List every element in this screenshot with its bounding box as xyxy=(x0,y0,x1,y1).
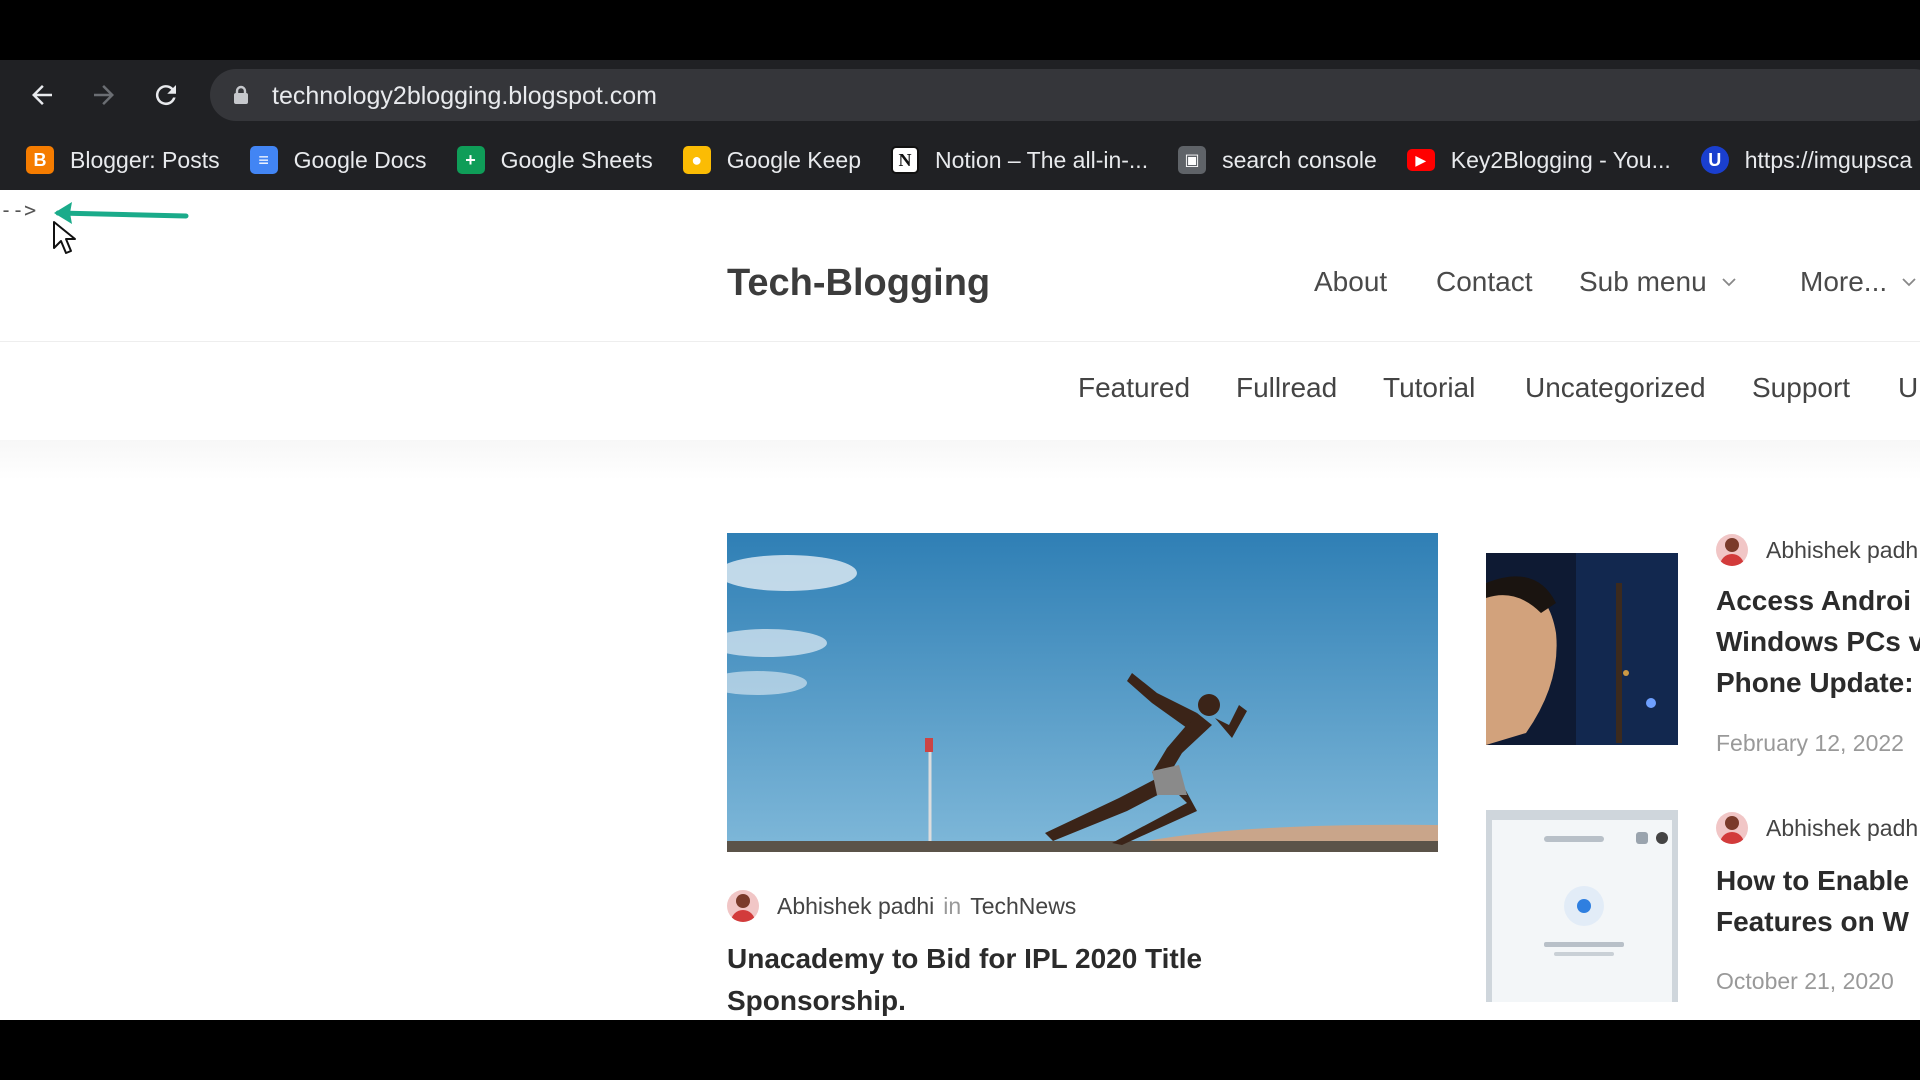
author-avatar[interactable] xyxy=(1716,812,1748,844)
category-uncategorized[interactable]: Uncategorized xyxy=(1525,372,1706,404)
side-post-1-thumbnail[interactable] xyxy=(1486,553,1678,745)
side-post-1-title-line: Phone Update: xyxy=(1716,667,1914,698)
youtube-icon: ▶ xyxy=(1406,149,1435,171)
header-divider xyxy=(0,341,1920,342)
site-title[interactable]: Tech-Blogging xyxy=(727,262,990,305)
back-button[interactable] xyxy=(20,73,64,117)
docs-icon: ≡ xyxy=(249,146,278,174)
forward-button[interactable] xyxy=(82,73,126,117)
bookmark-label: Google Keep xyxy=(726,146,862,173)
upscale-icon: U xyxy=(1700,146,1729,174)
bookmark-search-console[interactable]: ▣ search console xyxy=(1178,146,1377,174)
screen-frame: technology2blogging.blogspot.com B Blogg… xyxy=(0,0,1920,1080)
side-post-1-title-line: Access Androi xyxy=(1716,585,1912,616)
bookmark-label: Google Sheets xyxy=(500,146,653,173)
side-post-1-title-line: Windows PCs v xyxy=(1716,626,1920,657)
side-post-2-title[interactable]: How to Enable Features on W xyxy=(1716,860,1920,942)
author-avatar[interactable] xyxy=(727,890,759,922)
url-text: technology2blogging.blogspot.com xyxy=(272,82,657,110)
search-console-icon: ▣ xyxy=(1178,146,1207,174)
author-name[interactable]: Abhishek padh xyxy=(1766,537,1918,564)
category-tutorial[interactable]: Tutorial xyxy=(1383,372,1475,404)
bookmark-google-docs[interactable]: ≡ Google Docs xyxy=(249,146,427,174)
sheets-icon: + xyxy=(456,146,485,174)
nav-submenu-label: Sub menu xyxy=(1579,266,1707,297)
nav-about[interactable]: About xyxy=(1314,266,1387,298)
post-category[interactable]: TechNews xyxy=(970,893,1076,920)
notion-icon: N xyxy=(891,146,920,174)
bookmark-label: Key2Blogging - You... xyxy=(1450,146,1671,173)
blogger-icon: B xyxy=(26,146,54,174)
side-post-1-meta: Abhishek padh xyxy=(1716,534,1918,566)
side-post-1-date: February 12, 2022 xyxy=(1716,730,1904,756)
bookmark-label: search console xyxy=(1222,146,1377,173)
author-name[interactable]: Abhishek padhi xyxy=(777,893,934,920)
author-name[interactable]: Abhishek padh xyxy=(1766,815,1918,842)
lock-icon xyxy=(234,85,248,104)
address-bar[interactable]: technology2blogging.blogspot.com xyxy=(210,69,1920,121)
bookmark-notion[interactable]: N Notion – The all-in-... xyxy=(891,146,1148,174)
featured-post-title[interactable]: Unacademy to Bid for IPL 2020 Title Spon… xyxy=(727,938,1287,1020)
meta-separator: in xyxy=(943,892,962,919)
bookmark-imgupscaler[interactable]: U https://imgupsca xyxy=(1700,146,1913,174)
bookmark-google-sheets[interactable]: + Google Sheets xyxy=(456,146,653,174)
web-page: --> Tech-Blogging About Contact Sub menu… xyxy=(0,190,1920,1020)
bookmark-label: Blogger: Posts xyxy=(70,146,220,173)
bookmark-label: Notion – The all-in-... xyxy=(935,146,1149,173)
nav-submenu[interactable]: Sub menu xyxy=(1579,266,1737,298)
bookmarks-bar: B Blogger: Posts ≡ Google Docs + Google … xyxy=(0,130,1920,190)
category-featured[interactable]: Featured xyxy=(1078,372,1190,404)
bookmark-label: https://imgupsca xyxy=(1744,146,1913,173)
side-post-2-meta: Abhishek padh xyxy=(1716,812,1918,844)
nav-contact-label: Contact xyxy=(1436,266,1533,297)
category-truncated[interactable]: U xyxy=(1898,372,1918,404)
bookmark-label: Google Docs xyxy=(293,146,427,173)
featured-post-meta: Abhishek padhi in TechNews xyxy=(727,890,1076,922)
side-post-1-title[interactable]: Access Androi Windows PCs v Phone Update… xyxy=(1716,580,1920,703)
chevron-down-icon xyxy=(1722,278,1736,287)
browser-toolbar: technology2blogging.blogspot.com xyxy=(0,60,1920,130)
category-bar-shadow xyxy=(0,440,1920,480)
bookmark-blogger[interactable]: B Blogger: Posts xyxy=(26,146,220,174)
side-post-2-title-line: Features on W xyxy=(1716,906,1909,937)
nav-contact[interactable]: Contact xyxy=(1436,266,1533,298)
author-avatar[interactable] xyxy=(1716,534,1748,566)
side-post-2-title-line: How to Enable xyxy=(1716,865,1909,896)
back-arrow-icon xyxy=(32,85,52,105)
bookmark-key2blogging[interactable]: ▶ Key2Blogging - You... xyxy=(1406,146,1671,174)
person-phone-photo xyxy=(1486,553,1678,745)
side-post-2-thumbnail[interactable] xyxy=(1486,810,1678,1002)
keep-icon: ● xyxy=(682,146,711,174)
chevron-down-icon xyxy=(1902,278,1916,287)
forward-arrow-icon xyxy=(94,85,114,105)
stray-comment-text: --> xyxy=(0,198,37,222)
nearby-sharing-screenshot xyxy=(1486,810,1678,1002)
mouse-cursor-icon xyxy=(53,221,76,254)
category-fullread[interactable]: Fullread xyxy=(1236,372,1337,404)
sprinter-photo xyxy=(727,533,1438,852)
nav-about-label: About xyxy=(1314,266,1388,297)
nav-more-label: More... xyxy=(1800,266,1888,297)
reload-icon xyxy=(155,85,176,106)
bookmark-google-keep[interactable]: ● Google Keep xyxy=(682,146,862,174)
side-post-2-date: October 21, 2020 xyxy=(1716,968,1894,994)
nav-more[interactable]: More... xyxy=(1800,266,1917,298)
featured-post-image[interactable] xyxy=(727,533,1438,852)
reload-button[interactable] xyxy=(144,73,188,117)
category-support[interactable]: Support xyxy=(1752,372,1850,404)
